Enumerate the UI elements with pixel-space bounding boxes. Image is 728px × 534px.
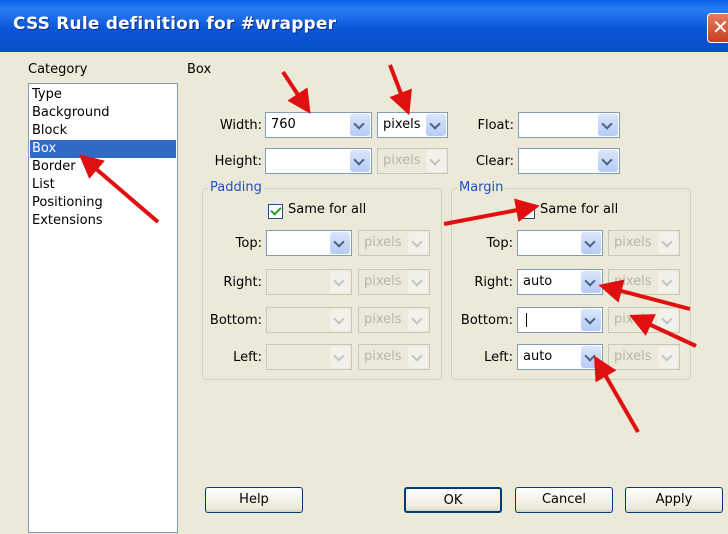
category-item-type[interactable]: Type (30, 86, 176, 104)
chevron-down-icon[interactable] (581, 271, 601, 293)
margin-right-unit: pixels (608, 269, 680, 295)
padding-bottom-unit: pixels (358, 307, 430, 333)
chevron-down-icon (408, 232, 428, 254)
margin-top-unit: pixels (608, 230, 680, 256)
window-title: CSS Rule definition for #wrapper (13, 14, 337, 34)
chevron-down-icon[interactable] (581, 346, 601, 368)
chevron-down-icon (408, 271, 428, 293)
category-list[interactable]: Type Background Block Box Border List Po… (28, 83, 178, 533)
chevron-down-icon (330, 271, 350, 293)
padding-right-field (266, 269, 352, 295)
dialog-window: CSS Rule definition for #wrapper ✕ Categ… (0, 0, 728, 534)
margin-left-unit: pixels (608, 344, 680, 370)
cancel-button[interactable]: Cancel (515, 487, 613, 513)
margin-right-label: Right: (474, 275, 513, 290)
help-button[interactable]: Help (205, 487, 303, 513)
width-field[interactable]: 760 (265, 112, 372, 138)
float-select[interactable] (518, 112, 620, 138)
margin-top-label: Top: (486, 236, 513, 251)
margin-same-checkbox[interactable] (520, 204, 535, 219)
annotation-arrow-icon (388, 64, 412, 116)
category-item-extensions[interactable]: Extensions (30, 212, 176, 230)
margin-left-field[interactable]: auto (517, 344, 603, 370)
apply-button[interactable]: Apply (625, 487, 723, 513)
chevron-down-icon (408, 346, 428, 368)
panel-heading: Box (187, 62, 212, 77)
ok-button[interactable]: OK (404, 487, 502, 513)
padding-left-unit: pixels (358, 344, 430, 370)
padding-top-field[interactable] (266, 230, 352, 256)
padding-right-label: Right: (223, 275, 262, 290)
category-item-block[interactable]: Block (30, 122, 176, 140)
chevron-down-icon (658, 346, 678, 368)
margin-bottom-unit-value: pixels (614, 312, 652, 327)
padding-left-unit-value: pixels (364, 349, 402, 364)
padding-same-label: Same for all (288, 202, 367, 217)
padding-right-unit-value: pixels (364, 274, 402, 289)
chevron-down-icon (658, 271, 678, 293)
chevron-down-icon[interactable] (581, 309, 601, 331)
margin-left-label: Left: (484, 350, 513, 365)
padding-top-unit: pixels (358, 230, 430, 256)
padding-right-unit: pixels (358, 269, 430, 295)
margin-right-value: auto (523, 274, 553, 289)
width-value: 760 (271, 117, 296, 132)
chevron-down-icon (658, 232, 678, 254)
margin-right-field[interactable]: auto (517, 269, 603, 295)
chevron-down-icon[interactable] (581, 232, 601, 254)
margin-right-unit-value: pixels (614, 274, 652, 289)
margin-left-value: auto (523, 349, 553, 364)
clear-label: Clear: (475, 154, 514, 169)
float-label: Float: (477, 118, 515, 133)
chevron-down-icon[interactable] (598, 150, 618, 172)
chevron-down-icon (408, 309, 428, 331)
width-unit-value: pixels (383, 117, 421, 132)
chevron-down-icon[interactable] (330, 232, 350, 254)
padding-bottom-field (266, 307, 352, 333)
margin-bottom-unit: pixels (608, 307, 680, 333)
chevron-down-icon (330, 346, 350, 368)
chevron-down-icon (330, 309, 350, 331)
chevron-down-icon[interactable] (598, 114, 618, 136)
padding-top-unit-value: pixels (364, 235, 402, 250)
width-label: Width: (219, 118, 262, 133)
padding-bottom-label: Bottom: (209, 313, 262, 328)
padding-top-label: Top: (235, 236, 262, 251)
close-icon: ✕ (712, 15, 728, 39)
padding-legend: Padding (208, 180, 264, 195)
padding-left-field (266, 344, 352, 370)
category-item-positioning[interactable]: Positioning (30, 194, 176, 212)
category-item-list[interactable]: List (30, 176, 176, 194)
category-item-background[interactable]: Background (30, 104, 176, 122)
height-label: Height: (214, 154, 262, 169)
close-button[interactable]: ✕ (707, 13, 728, 43)
padding-left-label: Left: (233, 350, 262, 365)
text-cursor (526, 313, 527, 327)
padding-bottom-unit-value: pixels (364, 312, 402, 327)
clear-select[interactable] (518, 148, 620, 174)
annotation-arrow-icon (281, 70, 311, 115)
category-item-box[interactable]: Box (30, 140, 176, 158)
margin-left-unit-value: pixels (614, 349, 652, 364)
padding-same-checkbox[interactable] (268, 204, 283, 219)
category-item-border[interactable]: Border (30, 158, 176, 176)
chevron-down-icon[interactable] (350, 114, 370, 136)
height-unit-value: pixels (383, 153, 421, 168)
chevron-down-icon (658, 309, 678, 331)
category-heading: Category (28, 62, 88, 77)
margin-bottom-field[interactable] (517, 307, 603, 333)
height-field[interactable] (265, 148, 372, 174)
margin-same-label: Same for all (540, 202, 619, 217)
margin-top-unit-value: pixels (614, 235, 652, 250)
margin-legend: Margin (457, 180, 506, 195)
chevron-down-icon[interactable] (350, 150, 370, 172)
margin-top-field[interactable] (517, 230, 603, 256)
title-bar: CSS Rule definition for #wrapper ✕ (0, 0, 728, 52)
margin-bottom-label: Bottom: (460, 313, 513, 328)
